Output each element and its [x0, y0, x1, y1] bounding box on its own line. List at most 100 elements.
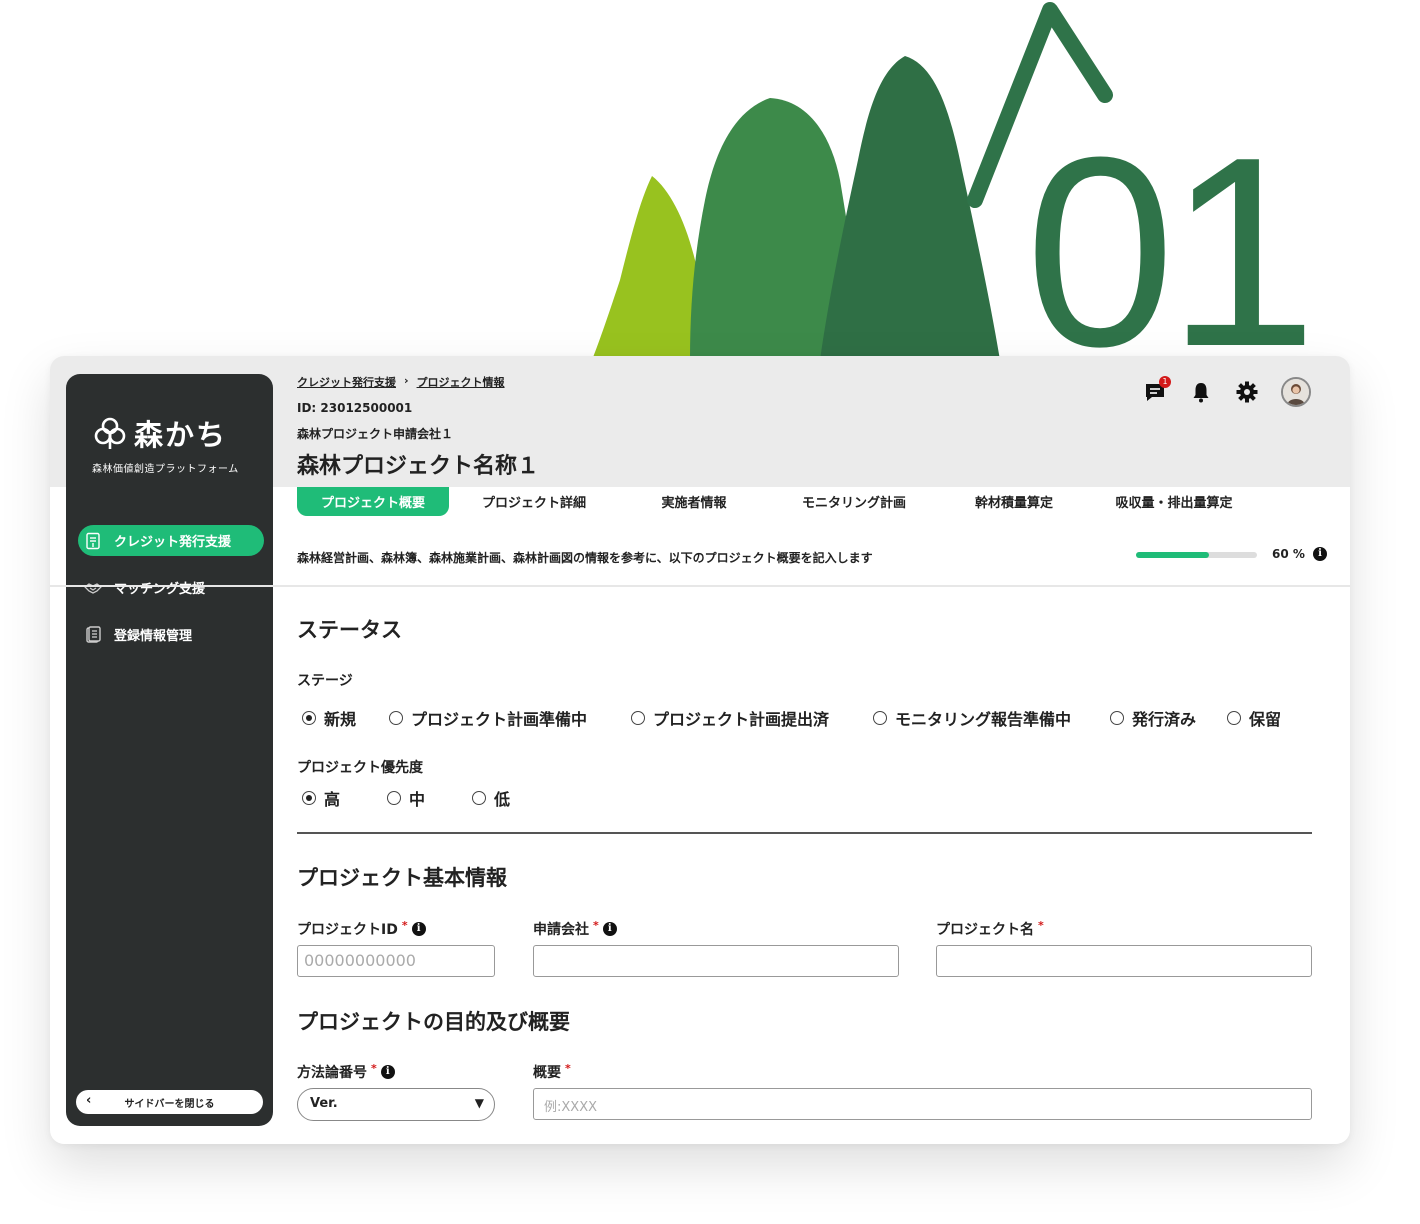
radio-button[interactable] — [472, 791, 486, 805]
sidebar-item-matching[interactable]: マッチング支援 — [78, 572, 264, 603]
bell-icon[interactable] — [1189, 380, 1213, 404]
hero-illustration: 01 — [0, 0, 1420, 360]
radio-label: 保留 — [1249, 710, 1282, 729]
breadcrumb-separator: › — [404, 374, 409, 387]
company-label: 申請会社 * i — [533, 919, 617, 939]
company-input[interactable] — [533, 945, 899, 977]
field-label-text: プロジェクトID — [297, 922, 398, 938]
priority-label: プロジェクト優先度 — [297, 760, 423, 776]
purpose-heading: プロジェクトの目的及び概要 — [297, 1010, 570, 1034]
radio-button[interactable] — [1110, 711, 1124, 725]
message-icon[interactable]: 1 — [1143, 376, 1171, 404]
required-mark: * — [401, 918, 408, 932]
app-window: 森かち 森林価値創造プラットフォーム クレジット発行支援 マッチング支援 登録情… — [50, 356, 1350, 1144]
project-name-label: プロジェクト名 * — [936, 919, 1044, 939]
tab-monitoring[interactable]: モニタリング計画 — [769, 487, 939, 516]
stage-radio-issued[interactable]: 発行済み — [1110, 706, 1227, 730]
sidebar-item-credit[interactable]: クレジット発行支援 — [78, 525, 264, 556]
sidebar-item-label: クレジット発行支援 — [114, 535, 232, 550]
tab-timber-volume[interactable]: 幹材積量算定 — [939, 487, 1089, 516]
radio-label: プロジェクト計画準備中 — [411, 710, 588, 729]
stage-radio-new[interactable]: 新規 — [302, 706, 389, 730]
radio-button[interactable] — [387, 791, 401, 805]
radio-label: 発行済み — [1132, 710, 1197, 729]
close-sidebar-button[interactable]: ‹ サイドバーを閉じる — [76, 1090, 263, 1114]
info-icon[interactable]: i — [1313, 547, 1327, 561]
info-icon[interactable]: i — [602, 922, 617, 936]
radio-button[interactable] — [302, 791, 316, 805]
close-sidebar-label: サイドバーを閉じる — [124, 1098, 215, 1110]
status-heading: ステータス — [297, 618, 402, 642]
radio-button[interactable] — [873, 711, 887, 725]
priority-radio-medium[interactable]: 中 — [387, 786, 472, 810]
stage-radio-submitted[interactable]: プロジェクト計画提出済 — [631, 706, 873, 730]
stage-radio-hold[interactable]: 保留 — [1227, 706, 1297, 730]
sidebar-nav: クレジット発行支援 マッチング支援 登録情報管理 — [78, 525, 264, 666]
hero-number: 01 — [1025, 102, 1309, 360]
progress-label: 60 % — [1272, 547, 1305, 561]
avatar[interactable] — [1281, 377, 1311, 407]
tab-absorption[interactable]: 吸収量・排出量算定 — [1089, 487, 1259, 516]
method-select[interactable]: Ver. ▼ — [297, 1088, 495, 1121]
method-label: 方法論番号 * i — [297, 1062, 395, 1082]
basic-info-heading: プロジェクト基本情報 — [297, 866, 507, 890]
priority-radio-low[interactable]: 低 — [472, 786, 532, 810]
summary-label: 概要 * — [533, 1062, 571, 1082]
sidebar-item-registration[interactable]: 登録情報管理 — [78, 619, 264, 650]
tab-details[interactable]: プロジェクト詳細 — [449, 487, 619, 516]
company-name: 森林プロジェクト申請会社１ — [297, 427, 454, 441]
radio-label: 中 — [409, 790, 426, 809]
stage-radio-group: 新規 プロジェクト計画準備中 プロジェクト計画提出済 モニタリング報告準備中 発… — [302, 706, 1297, 730]
radio-button[interactable] — [631, 711, 645, 725]
radio-button[interactable] — [302, 711, 316, 725]
priority-radio-group: 高 中 低 — [302, 786, 532, 810]
handshake-icon — [84, 582, 102, 594]
section-divider — [297, 832, 1312, 834]
header-actions: 1 — [1143, 376, 1311, 407]
radio-button[interactable] — [389, 711, 403, 725]
project-id-label: プロジェクトID * i — [297, 919, 426, 939]
sidebar-item-label: マッチング支援 — [114, 582, 206, 597]
breadcrumb-link-credit[interactable]: クレジット発行支援 — [297, 374, 396, 390]
tab-implementer[interactable]: 実施者情報 — [619, 487, 769, 516]
stage-radio-monitoring[interactable]: モニタリング報告準備中 — [873, 706, 1110, 730]
info-icon[interactable]: i — [411, 922, 426, 936]
breadcrumb: クレジット発行支援 › プロジェクト情報 — [297, 374, 505, 390]
sidebar: 森かち 森林価値創造プラットフォーム クレジット発行支援 マッチング支援 登録情… — [66, 374, 273, 1126]
gear-icon[interactable] — [1235, 380, 1259, 404]
logo[interactable]: 森かち 森林価値創造プラットフォーム — [92, 412, 252, 475]
radio-label: プロジェクト計画提出済 — [653, 710, 830, 729]
summary-input[interactable]: 例:XXXX — [533, 1088, 1312, 1120]
tree-dark — [820, 56, 1000, 360]
radio-label: 新規 — [324, 710, 357, 729]
project-id-text: ID: 23012500001 — [297, 401, 413, 415]
priority-radio-high[interactable]: 高 — [302, 786, 387, 810]
header-divider — [50, 585, 1350, 587]
logo-subtitle: 森林価値創造プラットフォーム — [92, 464, 239, 475]
stage-radio-planning[interactable]: プロジェクト計画準備中 — [389, 706, 631, 730]
project-name-input[interactable] — [936, 945, 1312, 977]
field-label-text: 方法論番号 — [297, 1065, 367, 1081]
document-icon — [86, 532, 100, 549]
dropdown-arrow-icon: ▼ — [474, 1096, 484, 1110]
radio-label: 高 — [324, 790, 341, 809]
tab-bar: プロジェクト概要 プロジェクト詳細 実施者情報 モニタリング計画 幹材積量算定 … — [297, 487, 1259, 516]
radio-label: モニタリング報告準備中 — [895, 710, 1072, 729]
required-mark: * — [565, 1061, 571, 1075]
required-mark: * — [1038, 918, 1044, 932]
tab-overview[interactable]: プロジェクト概要 — [297, 487, 449, 516]
select-value: Ver. — [310, 1096, 338, 1111]
tab-description: 森林経営計画、森林簿、森林施業計画、森林計画図の情報を参考に、以下のプロジェクト… — [297, 551, 873, 565]
chevron-left-icon: ‹ — [86, 1093, 92, 1108]
radio-label: 低 — [494, 790, 511, 809]
required-mark: * — [371, 1061, 377, 1075]
radio-button[interactable] — [1227, 711, 1241, 725]
logo-icon — [94, 417, 126, 449]
progress-fill — [1136, 552, 1209, 558]
progress-bar — [1136, 552, 1257, 558]
info-icon[interactable]: i — [380, 1065, 395, 1079]
breadcrumb-link-project[interactable]: プロジェクト情報 — [417, 374, 505, 390]
project-id-input[interactable]: 00000000000 — [297, 945, 495, 977]
sidebar-item-label: 登録情報管理 — [114, 629, 193, 644]
required-mark: * — [593, 918, 599, 932]
